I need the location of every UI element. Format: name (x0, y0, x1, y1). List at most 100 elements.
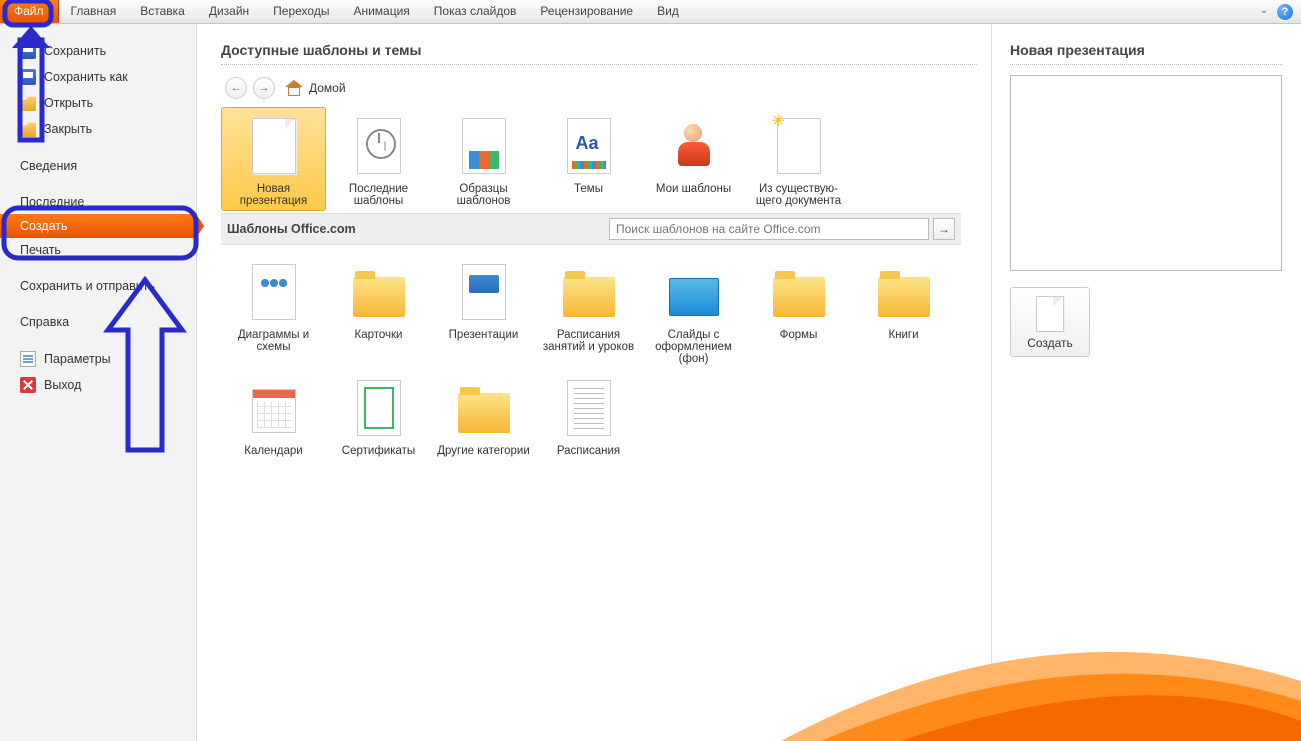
sidebar-exit[interactable]: Выход (0, 372, 196, 398)
template-grid-officecom: Диаграммы и схемы Карточки Презентации Р… (221, 253, 961, 461)
tab-home[interactable]: Главная (59, 0, 129, 23)
sidebar-close-label: Закрыть (44, 122, 92, 136)
tile-label: Новая презентация (225, 183, 322, 207)
sidebar-share-label: Сохранить и отправить (20, 279, 155, 293)
tile-forms[interactable]: Формы (746, 253, 851, 369)
sidebar-share[interactable]: Сохранить и отправить (0, 274, 196, 298)
tab-review[interactable]: Рецензирование (528, 0, 645, 23)
sidebar-help-label: Справка (20, 315, 69, 329)
tile-label: Презентации (435, 329, 532, 341)
sidebar-print-label: Печать (20, 243, 61, 257)
tab-insert[interactable]: Вставка (128, 0, 197, 23)
sidebar-save-as[interactable]: Сохранить как (0, 64, 196, 90)
tab-file[interactable]: Файл (0, 0, 59, 23)
open-icon (20, 95, 36, 111)
tile-diagrams[interactable]: Диаграммы и схемы (221, 253, 326, 369)
tab-design[interactable]: Дизайн (197, 0, 261, 23)
tile-label: Книги (855, 329, 952, 341)
tile-books[interactable]: Книги (851, 253, 956, 369)
officecom-label: Шаблоны Office.com (227, 222, 356, 236)
sidebar-save[interactable]: Сохранить (0, 38, 196, 64)
tile-schedules[interactable]: Расписания (536, 369, 641, 461)
tile-label: Расписания занятий и уроков (540, 329, 637, 353)
sidebar-exit-label: Выход (44, 378, 81, 392)
sidebar-save-as-label: Сохранить как (44, 70, 128, 84)
save-icon (20, 43, 36, 59)
save-as-icon (20, 69, 36, 85)
tab-animation[interactable]: Анимация (341, 0, 421, 23)
tile-label: Формы (750, 329, 847, 341)
sidebar-open[interactable]: Открыть (0, 90, 196, 116)
sidebar-info[interactable]: Сведения (0, 154, 196, 178)
sidebar-options-label: Параметры (44, 352, 111, 366)
options-icon (20, 351, 36, 367)
tile-class-schedules[interactable]: Расписания занятий и уроков (536, 253, 641, 369)
themes-icon (567, 118, 611, 174)
tile-design-slides[interactable]: Слайды с оформлением (фон) (641, 253, 746, 369)
folder-icon (458, 393, 510, 433)
sidebar-print[interactable]: Печать (0, 238, 196, 262)
preview-heading: Новая презентация (1010, 42, 1283, 65)
sidebar-recent[interactable]: Последние (0, 190, 196, 214)
presentation-icon (462, 264, 506, 320)
tile-label: Образцы шаблонов (435, 183, 532, 207)
existing-doc-icon (777, 118, 821, 174)
template-search-input[interactable] (609, 218, 929, 240)
nav-forward-button[interactable]: → (253, 77, 275, 99)
tab-view[interactable]: Вид (645, 0, 691, 23)
folder-icon (563, 277, 615, 317)
tile-presentations[interactable]: Презентации (431, 253, 536, 369)
user-icon (674, 122, 714, 170)
sidebar-open-label: Открыть (44, 96, 93, 110)
preview-thumbnail (1010, 75, 1282, 271)
tile-label: Календари (225, 445, 322, 457)
tile-from-existing[interactable]: Из существую- щего документа (746, 107, 851, 211)
search-go-button[interactable]: → (933, 218, 955, 240)
breadcrumb-home[interactable]: Домой (309, 81, 346, 95)
breadcrumb: ← → Домой (221, 71, 977, 107)
tile-recent-templates[interactable]: Последние шаблоны (326, 107, 431, 211)
create-button[interactable]: Создать (1010, 287, 1090, 357)
page-icon (252, 118, 296, 174)
tile-my-templates[interactable]: Мои шаблоны (641, 107, 746, 211)
tile-label: Диаграммы и схемы (225, 329, 322, 353)
tab-slideshow[interactable]: Показ слайдов (422, 0, 529, 23)
tile-label: Расписания (540, 445, 637, 457)
minimize-ribbon-icon[interactable]: ⌄ (1257, 5, 1271, 19)
folder-icon (353, 277, 405, 317)
sidebar-help[interactable]: Справка (0, 310, 196, 334)
diagram-icon (252, 264, 296, 320)
sidebar-recent-label: Последние (20, 195, 84, 209)
create-button-label: Создать (1017, 336, 1083, 350)
nav-back-button[interactable]: ← (225, 77, 247, 99)
page-icon (1036, 296, 1064, 332)
ribbon: Файл Главная Вставка Дизайн Переходы Ани… (0, 0, 1301, 24)
tile-label: Из существую- щего документа (750, 183, 847, 207)
template-grid-local: Новая презентация Последние шаблоны Обра… (221, 107, 961, 211)
clock-icon (357, 118, 401, 174)
tile-more-categories[interactable]: Другие категории (431, 369, 536, 461)
sidebar-options[interactable]: Параметры (0, 346, 196, 372)
tile-themes[interactable]: Темы (536, 107, 641, 211)
templates-heading: Доступные шаблоны и темы (221, 42, 977, 65)
samples-icon (462, 118, 506, 174)
tile-blank-presentation[interactable]: Новая презентация (221, 107, 326, 211)
sidebar-save-label: Сохранить (44, 44, 106, 58)
templates-panel: Доступные шаблоны и темы ← → Домой Новая… (197, 24, 991, 741)
exit-icon (20, 377, 36, 393)
sidebar-new-label: Создать (20, 219, 68, 233)
help-icon[interactable]: ? (1277, 4, 1293, 20)
home-icon (285, 80, 303, 96)
tab-transitions[interactable]: Переходы (261, 0, 341, 23)
tile-calendars[interactable]: Календари (221, 369, 326, 461)
tile-label: Темы (540, 183, 637, 195)
tile-certificates[interactable]: Сертификаты (326, 369, 431, 461)
close-icon (20, 121, 36, 137)
tile-label: Мои шаблоны (645, 183, 742, 195)
tile-cards[interactable]: Карточки (326, 253, 431, 369)
sidebar-new[interactable]: Создать (0, 214, 196, 238)
calendar-icon (252, 389, 296, 433)
tile-label: Сертификаты (330, 445, 427, 457)
sidebar-close[interactable]: Закрыть (0, 116, 196, 142)
tile-sample-templates[interactable]: Образцы шаблонов (431, 107, 536, 211)
